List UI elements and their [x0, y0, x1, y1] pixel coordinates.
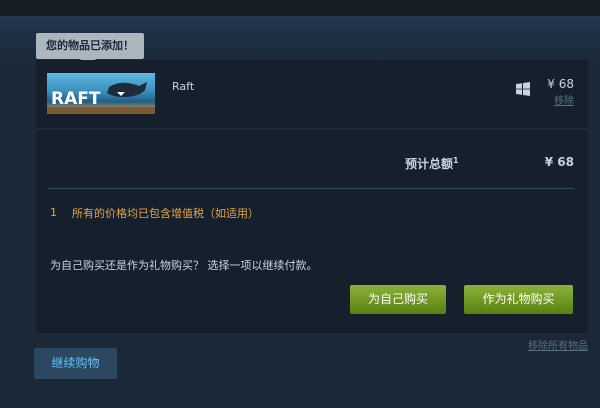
total-label-text: 预计总额	[405, 157, 454, 171]
remove-item-link[interactable]: 移除	[554, 92, 574, 107]
shark-shape	[107, 82, 147, 97]
vat-note: 所有的价格均已包含增值税（如适用）	[72, 207, 259, 220]
top-bar	[0, 0, 600, 16]
estimated-total-label: 预计总额1	[405, 155, 459, 172]
continue-shopping-button[interactable]: 继续购物	[34, 348, 117, 379]
footnote-number: 1	[50, 206, 57, 219]
windows-icon	[516, 82, 530, 96]
capsule-logo-text: RAFT	[51, 89, 101, 109]
game-capsule-image[interactable]: RAFT	[47, 73, 155, 114]
remove-all-items-link[interactable]: 移除所有物品	[528, 337, 588, 352]
summary-divider	[48, 188, 574, 189]
purchase-for-self-button[interactable]: 为自己购买	[350, 285, 446, 314]
capsule-art: RAFT	[47, 82, 155, 114]
cart-item-row: RAFT Raft ¥ 68 移除	[36, 60, 588, 128]
cart-summary-panel: 预计总额1 ¥ 68 1 所有的价格均已包含增值税（如适用） 为自己购买还是作为…	[36, 130, 588, 333]
item-added-tooltip: 您的物品已添加！	[36, 33, 144, 59]
total-footnote-marker: 1	[453, 156, 459, 165]
game-title[interactable]: Raft	[172, 80, 194, 93]
purchase-as-gift-button[interactable]: 作为礼物购买	[464, 285, 573, 314]
estimated-total-price: ¥ 68	[544, 155, 574, 169]
purchase-question: 为自己购买还是作为礼物购买？ 选择一项以继续付款。	[50, 259, 318, 272]
item-price: ¥ 68	[547, 77, 574, 91]
